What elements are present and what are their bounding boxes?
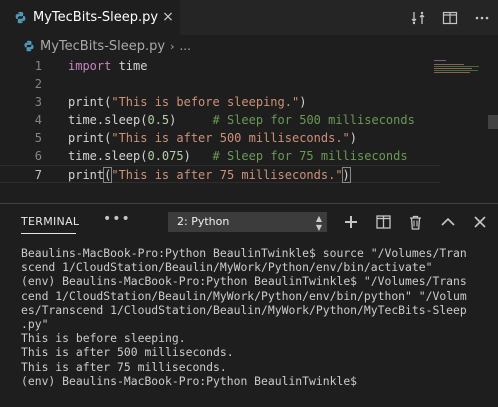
line-code: import time [68,57,147,75]
chevron-up-icon[interactable] [437,211,459,233]
terminal-select-value: 2: Python [177,215,230,228]
code-token: # Sleep for 75 milliseconds [212,149,408,163]
code-token: "This is after 75 milliseconds." [111,168,343,182]
tab-terminal[interactable]: TERMINAL [21,215,79,228]
terminal-line: cend 1/CloudStation/Beaulin/MyWork/Pytho… [21,288,467,303]
more-actions-icon[interactable] [466,0,498,35]
open-changes-icon[interactable] [402,0,434,35]
terminal-line: (env) Beaulins-MacBook-Pro:Python Beauli… [21,274,467,289]
line-code: print("This is after 500 milliseconds.") [68,129,357,147]
trash-icon[interactable] [404,211,426,233]
breadcrumb-file[interactable]: MyTecBits-Sleep.py [40,39,165,54]
terminal-line: Beaulins-MacBook-Pro:Python BeaulinTwink… [21,246,467,260]
terminal-line: This is before sleeping. [21,331,186,346]
python-file-icon [22,39,36,53]
code-token: time.sleep( [68,149,148,163]
line-code: time.sleep(0.5) # Sleep for 500 millisec… [68,111,415,129]
code-token: ) [341,167,351,183]
code-editor[interactable]: 1 import time 2 3 print("This is before slee… [0,57,498,195]
panel-header: TERMINAL ••• 2: Python ▲ ▼ [0,204,498,239]
code-token: 0.075 [147,149,184,163]
line-number: 5 [34,131,42,145]
split-terminal-icon[interactable] [372,211,394,233]
breadcrumb: MyTecBits-Sleep.py › ... [0,35,498,57]
terminal-output[interactable]: Beaulins-MacBook-Pro:Python BeaulinTwink… [21,246,481,388]
close-tab-icon[interactable]: × [160,9,176,25]
code-token: "This is before sleeping." [111,95,300,109]
code-line[interactable]: 3 print("This is before sleeping.") [0,93,440,111]
split-editor-icon[interactable] [434,0,466,35]
line-code: time.sleep(0.075) # Sleep for 75 millise… [68,147,408,165]
line-number: 4 [34,113,42,127]
new-terminal-icon[interactable] [340,211,362,233]
terminal-line: This is after 75 milliseconds. [21,359,227,374]
code-token: print( [68,131,112,145]
code-token: print( [68,95,112,109]
code-line[interactable]: 7 print("This is after 75 milliseconds.") [0,165,440,183]
file-tab-title: MyTecBits-Sleep.py [33,10,159,25]
line-number: 6 [34,149,42,163]
terminal-line: This is after 500 milliseconds. [21,345,234,360]
bottom-panel: TERMINAL ••• 2: Python ▲ ▼ Beaulins-MacBo… [0,203,498,407]
breadcrumb-more[interactable]: ... [179,39,190,53]
python-file-icon [13,11,27,25]
code-token: # Sleep for 500 milliseconds [212,113,415,127]
code-line[interactable]: 6 time.sleep(0.075) # Sleep for 75 millis… [0,147,440,165]
line-number: 2 [34,77,42,91]
terminal-select[interactable]: 2: Python ▲ ▼ [168,212,327,232]
code-token: ) [169,113,213,127]
editor-scrollbar[interactable] [488,115,498,129]
code-token: "This is after 500 milliseconds." [111,131,350,145]
terminal-line: .py" [21,317,49,332]
code-token: print [68,168,105,182]
terminal-line: (env) Beaulins-MacBook-Pro:Python Beauli… [21,373,364,388]
code-line[interactable]: 2 [0,75,440,93]
line-number: 3 [34,95,42,109]
minimap[interactable] [434,60,484,80]
code-line[interactable]: 1 import time [0,57,440,75]
editor-tab-bar: MyTecBits-Sleep.py × [0,0,498,35]
code-token: time.sleep( [68,113,148,127]
line-number: 7 [34,168,42,182]
editor-actions [402,0,498,35]
panel-more-button[interactable]: ••• [103,211,131,227]
select-arrows-icon: ▲ ▼ [315,214,322,232]
code-token: ) [349,131,358,145]
line-number: 1 [34,59,42,73]
code-token: time [111,59,148,73]
code-token: 0.5 [147,113,170,127]
terminal-line: es/Transcend 1/CloudStation/Beaulin/MyWo… [21,302,467,317]
line-code: print("This is after 75 milliseconds.") [68,166,351,184]
close-panel-icon[interactable] [469,211,491,233]
chevron-right-icon: › [170,39,175,53]
code-line[interactable]: 4 time.sleep(0.5) # Sleep for 500 millise… [0,111,440,129]
terminal-line: scend 1/CloudStation/Beaulin/MyWork/Pyth… [21,260,433,275]
code-line[interactable]: 5 print("This is after 500 milliseconds."… [0,129,440,147]
code-token: ) [183,149,213,163]
line-code: print("This is before sleeping.") [68,93,306,111]
file-tab[interactable]: MyTecBits-Sleep.py × [0,0,180,35]
active-tab-indicator [21,233,76,234]
code-token: import [68,59,112,73]
code-token: ) [299,95,307,109]
